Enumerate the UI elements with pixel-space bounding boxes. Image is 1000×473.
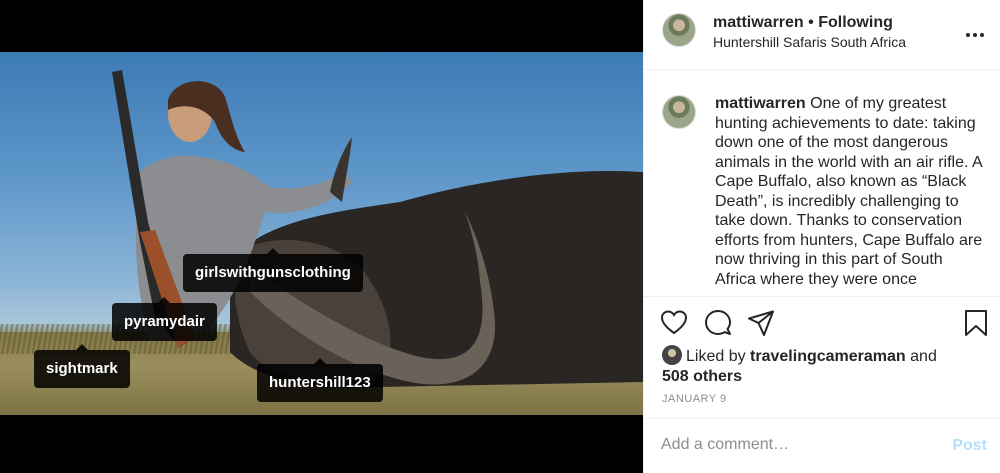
heart-icon[interactable] bbox=[660, 309, 688, 337]
likes-others[interactable]: 508 others bbox=[662, 368, 742, 385]
comment-icon[interactable] bbox=[704, 309, 732, 337]
header-username[interactable]: mattiwarren bbox=[713, 14, 804, 31]
photo-tag-sightmark[interactable]: sightmark bbox=[34, 344, 130, 388]
comment-box: Post bbox=[644, 418, 1000, 473]
liker-username[interactable]: travelingcameraman bbox=[750, 348, 906, 365]
caption-username[interactable]: mattiwarren bbox=[715, 95, 806, 112]
post-actions: Liked by travelingcameraman and 508 othe… bbox=[644, 296, 1000, 418]
likes-conjunction: and bbox=[910, 348, 937, 365]
header-separator: • bbox=[808, 14, 814, 31]
photo-tag-girlswithgunsclothing[interactable]: girlswithgunsclothing bbox=[183, 248, 363, 292]
photo-tag-pyramydair[interactable]: pyramydair bbox=[112, 297, 217, 341]
post-date[interactable]: JANUARY 9 bbox=[662, 393, 727, 405]
header-user-line: mattiwarren • Following bbox=[713, 14, 893, 32]
caption-avatar[interactable] bbox=[662, 95, 696, 129]
caption-area: mattiwarren One of my greatest hunting a… bbox=[644, 70, 1000, 296]
following-button[interactable]: Following bbox=[818, 14, 893, 31]
liker-avatar[interactable] bbox=[662, 345, 682, 365]
post-comment-button[interactable]: Post bbox=[952, 437, 987, 455]
share-icon[interactable] bbox=[747, 309, 775, 337]
more-options-button[interactable] bbox=[965, 22, 985, 43]
author-avatar[interactable] bbox=[662, 13, 696, 47]
post-photo[interactable]: girlswithgunsclothing pyramydair sightma… bbox=[0, 52, 643, 415]
comment-input[interactable] bbox=[661, 436, 941, 454]
post-side-panel: mattiwarren • Following Huntershill Safa… bbox=[643, 0, 1000, 473]
bookmark-icon[interactable] bbox=[962, 309, 990, 337]
likes-prefix: Liked by bbox=[686, 348, 746, 365]
post-header: mattiwarren • Following Huntershill Safa… bbox=[644, 0, 1000, 70]
post-caption: mattiwarren One of my greatest hunting a… bbox=[715, 94, 987, 289]
post-location[interactable]: Huntershill Safaris South Africa bbox=[713, 34, 906, 50]
likes-summary: Liked by travelingcameraman and 508 othe… bbox=[662, 345, 937, 387]
photo-tag-huntershill123[interactable]: huntershill123 bbox=[257, 358, 383, 402]
more-options-icon bbox=[966, 33, 984, 37]
caption-text: One of my greatest hunting achievements … bbox=[715, 95, 983, 288]
post-media: girlswithgunsclothing pyramydair sightma… bbox=[0, 0, 643, 473]
